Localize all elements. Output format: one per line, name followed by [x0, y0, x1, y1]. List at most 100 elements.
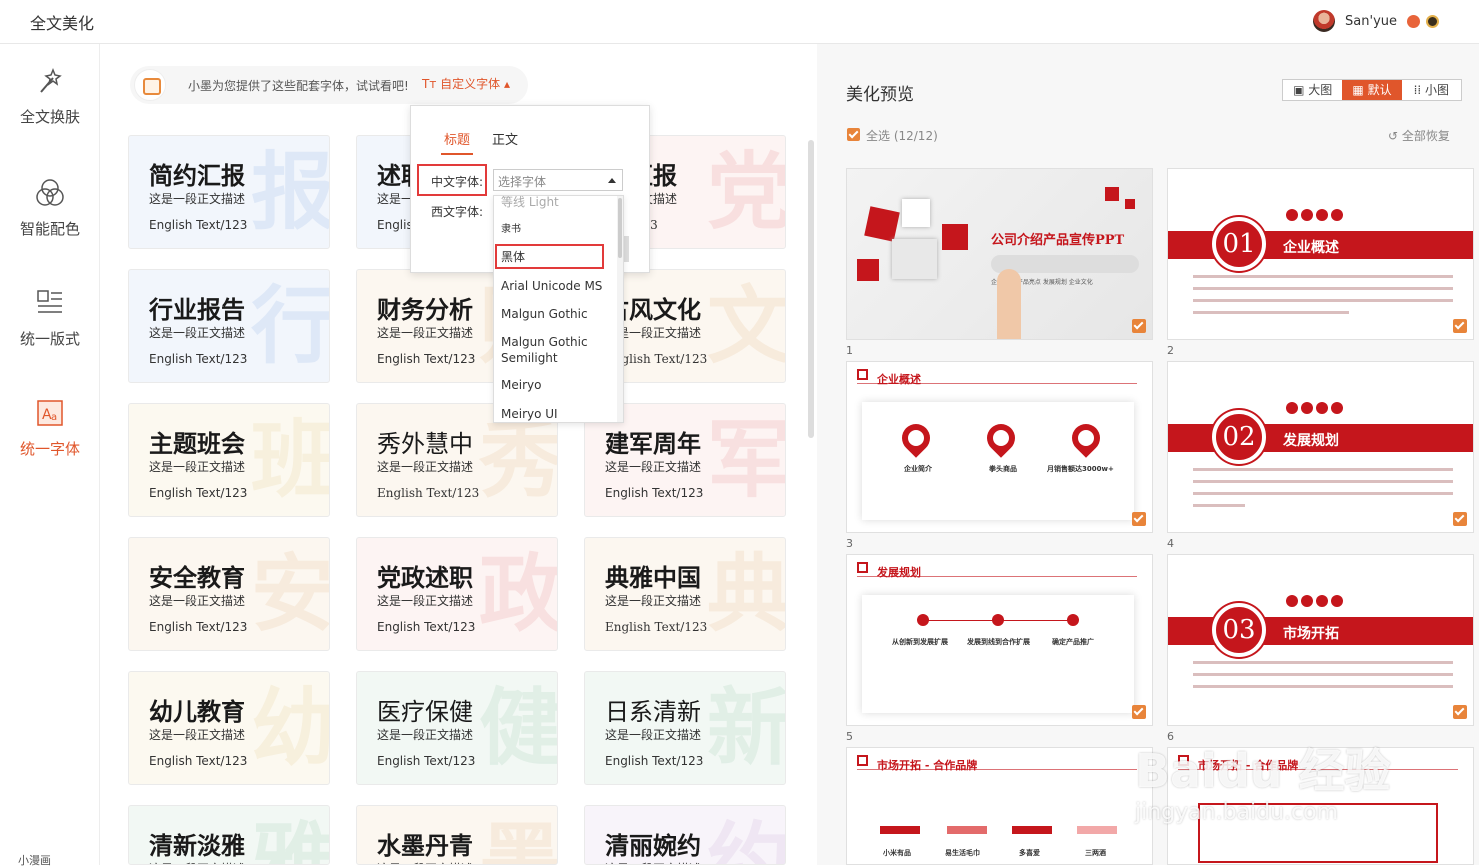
- dropdown-scrollbar[interactable]: [617, 196, 623, 422]
- sidebar: 全文换肤 智能配色 统一版式 A a 统一字体 小漫画: [0, 44, 100, 867]
- card-english: English Text/123: [149, 620, 248, 634]
- baidu-watermark: Baidu 经验: [1135, 744, 1391, 798]
- slide-thumb-4[interactable]: 02 发展规划: [1167, 361, 1474, 533]
- sidebar-item-label: 全文换肤: [19, 108, 80, 126]
- sidebar-item-skin[interactable]: 全文换肤: [0, 66, 100, 156]
- brand-stand: [947, 826, 987, 834]
- scroll-thumb[interactable]: [618, 198, 622, 258]
- brand-label: 多喜爱: [1019, 849, 1040, 857]
- svg-text:a: a: [51, 412, 57, 423]
- brand-label: 小米有品: [883, 849, 911, 857]
- body-text-lines: [1193, 275, 1453, 323]
- font-card[interactable]: 新日系清新 这是一段正文描述 English Text/123: [584, 671, 786, 785]
- vip-badge-icon: [1407, 14, 1420, 28]
- slide-checkbox[interactable]: [1132, 512, 1146, 526]
- dropdown-option[interactable]: Meiryo UI: [494, 406, 618, 422]
- font-card[interactable]: 安安全教育 这是一段正文描述 English Text/123: [128, 537, 330, 651]
- slide-thumb-1[interactable]: 公司介绍产品宣传PPT 企业概述 产品亮点 发展规划 企业文化: [846, 168, 1153, 340]
- red-square: [942, 224, 968, 250]
- section-title: 企业概述: [1283, 240, 1339, 256]
- font-card[interactable]: 行行业报告 这是一段正文描述 English Text/123: [128, 269, 330, 383]
- slide-checkbox[interactable]: [1132, 319, 1146, 333]
- western-font-label: 西文字体:: [431, 205, 484, 219]
- dropdown-option[interactable]: Meiryo: [494, 377, 618, 393]
- view-small-label: 小图: [1425, 83, 1450, 97]
- sidebar-item-color[interactable]: 智能配色: [0, 178, 100, 268]
- slide-checkbox[interactable]: [1453, 319, 1467, 333]
- card-watermark: 健: [478, 679, 558, 777]
- font-card[interactable]: 墨水墨丹青这是一段正文描述: [356, 805, 558, 865]
- app-logo: 小漫画: [18, 854, 51, 867]
- tab-heading[interactable]: 标题: [444, 129, 470, 148]
- font-card[interactable]: 健医疗保健 这是一段正文描述 English Text/123: [356, 671, 558, 785]
- custom-font-label: 自定义字体: [440, 77, 501, 91]
- red-square: [864, 206, 900, 242]
- timeline-dot: [917, 614, 929, 626]
- slide-number: 5: [846, 730, 853, 743]
- slide-thumb-6[interactable]: 03 市场开拓: [1167, 554, 1474, 726]
- font-card[interactable]: 班主题班会 这是一段正文描述 English Text/123: [128, 403, 330, 517]
- preview-title: 美化预览: [846, 85, 914, 105]
- slide-thumb-7[interactable]: 市场开拓 - 合作品牌 小米有品 易生活毛巾 多喜爱 三两酒: [846, 747, 1153, 865]
- custom-font-button[interactable]: Tт 自定义字体 ▴: [422, 75, 510, 92]
- magic-wand-icon: [40, 67, 62, 93]
- dropdown-option[interactable]: 等线 Light: [494, 196, 618, 210]
- card-english: English Text/123: [377, 352, 476, 366]
- slide-checkbox[interactable]: [1453, 512, 1467, 526]
- card-title: 财务分析: [377, 296, 473, 324]
- font-card[interactable]: 报简约汇报 这是一段正文描述 English Text/123: [128, 135, 330, 249]
- view-large-button[interactable]: ▣ 大图: [1283, 80, 1342, 100]
- restore-all-button[interactable]: ↺ 全部恢复: [1388, 127, 1450, 144]
- restore-all-label: 全部恢复: [1401, 129, 1450, 143]
- card-subtitle: 这是一段正文描述: [377, 728, 474, 742]
- slide-thumb-2[interactable]: 01 企业概述: [1167, 168, 1474, 340]
- card-watermark: 报: [250, 143, 330, 241]
- sidebar-item-label: 统一版式: [19, 330, 80, 348]
- tab-body[interactable]: 正文: [492, 129, 518, 148]
- user-name[interactable]: San'yue: [1345, 14, 1397, 29]
- dropdown-option[interactable]: 隶书: [494, 222, 618, 238]
- dropdown-option[interactable]: Malgun Gothic: [494, 306, 618, 322]
- card-watermark: 新: [706, 679, 786, 777]
- scrollbar[interactable]: [808, 140, 814, 438]
- card-title: 主题班会: [149, 430, 245, 458]
- divider: [857, 576, 1137, 577]
- user-info[interactable]: San'yue: [1313, 7, 1439, 35]
- card-subtitle: 这是一段正文描述: [377, 860, 473, 864]
- slide-thumb-5[interactable]: 发展规划 从创新到发展扩展 发展到线到合作扩展 确定产品推广: [846, 554, 1153, 726]
- tip-text: 小墨为您提供了这些配套字体，试试看吧!: [188, 79, 409, 93]
- card-subtitle: 这是一段正文描述: [149, 860, 245, 864]
- view-small-button[interactable]: ⁞⁞ 小图: [1402, 80, 1461, 100]
- title-bar: 全文美化 San'yue: [0, 0, 1479, 44]
- font-card[interactable]: 政党政述职 这是一段正文描述 English Text/123: [356, 537, 558, 651]
- view-default-button[interactable]: ▦ 默认: [1342, 80, 1402, 100]
- select-all-label[interactable]: 全选 (12/12): [866, 127, 938, 144]
- font-card[interactable]: 雅清新淡雅这是一段正文描述: [128, 805, 330, 865]
- sidebar-item-font[interactable]: A a 统一字体: [0, 398, 100, 488]
- select-all-checkbox[interactable]: [847, 128, 860, 141]
- dropdown-option[interactable]: Arial Unicode MS: [494, 278, 618, 294]
- card-watermark: 党: [706, 143, 786, 241]
- font-card[interactable]: 约清丽婉约这是一段正文描述: [584, 805, 786, 865]
- font-card[interactable]: 幼幼儿教育 这是一段正文描述 English Text/123: [128, 671, 330, 785]
- slide-thumb-3[interactable]: 企业概述 企业简介 拳头商品 月销售额达3000w+: [846, 361, 1153, 533]
- font-t-icon: Tт: [422, 77, 441, 91]
- sidebar-item-layout[interactable]: 统一版式: [0, 288, 100, 378]
- card-watermark: 安: [250, 545, 330, 643]
- slide-checkbox[interactable]: [1132, 705, 1146, 719]
- font-card[interactable]: 典典雅中国 这是一段正文描述 English Text/123: [584, 537, 786, 651]
- avatar[interactable]: [1313, 10, 1336, 32]
- brand-stand: [880, 826, 920, 834]
- dropdown-option[interactable]: Malgun Gothic Semilight: [494, 334, 612, 366]
- chinese-font-select[interactable]: 选择字体: [493, 169, 623, 191]
- card-title: 建军周年: [605, 430, 701, 458]
- red-square: [1125, 199, 1135, 209]
- card-title: 清丽婉约: [605, 831, 701, 860]
- white-square: [892, 239, 937, 279]
- section-icon: [857, 755, 868, 766]
- card-watermark: 墨: [478, 813, 558, 865]
- slide-checkbox[interactable]: [1453, 705, 1467, 719]
- card-subtitle: 这是一: [377, 192, 414, 206]
- card-title: 水墨丹青: [377, 831, 473, 860]
- dropdown-option-selected[interactable]: 黑体: [494, 249, 618, 265]
